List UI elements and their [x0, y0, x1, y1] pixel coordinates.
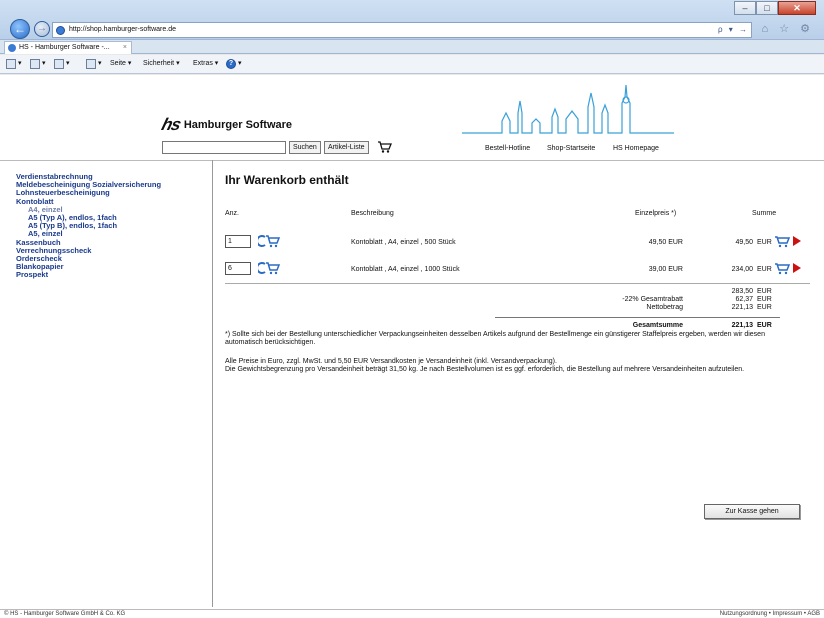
print-dropdown-icon[interactable]: ▾: [98, 59, 102, 67]
items-divider: [225, 283, 810, 284]
row-1-description: Kontoblatt , A4, einzel , 500 Stück: [351, 239, 456, 246]
logo-text: Hamburger Software: [183, 119, 293, 131]
web-page: hs Hamburger Software Suchen Artikel-Lis…: [0, 75, 824, 609]
pricing-note: *) Sollte sich bei der Bestellung unters…: [225, 331, 765, 346]
logo-mark: hs: [159, 115, 183, 134]
maximize-button[interactable]: □: [756, 1, 778, 15]
page-menu[interactable]: Seite ▾: [110, 59, 131, 67]
feeds-icon[interactable]: [30, 59, 40, 69]
cart-icon[interactable]: [377, 141, 392, 153]
home-dropdown-icon[interactable]: ▾: [18, 59, 22, 67]
link-bestell-hotline[interactable]: Bestell-Hotline: [485, 145, 530, 152]
grand-total-label: Gesamtsumme: [632, 322, 683, 329]
grand-total-value: 221,13: [731, 322, 753, 329]
discount-value: 62,37: [735, 296, 753, 303]
browser-titlebar: – □ ✕ ← → http://shop.hamburger-software…: [0, 0, 824, 40]
discount-currency: EUR: [757, 296, 772, 303]
search-button[interactable]: Suchen: [289, 141, 321, 154]
hamburg-skyline-icon: [462, 84, 674, 134]
close-window-button[interactable]: ✕: [778, 1, 816, 15]
checkout-button[interactable]: Zur Kasse gehen: [704, 504, 800, 519]
sidebar-divider: [212, 160, 213, 607]
mail-icon[interactable]: [54, 59, 64, 69]
net-value: 221,13: [731, 304, 753, 311]
net-label: Nettobetrag: [646, 304, 683, 311]
minimize-button[interactable]: –: [734, 1, 756, 15]
category-sidebar: Verdienstabrechnung Meldebescheinigung So…: [16, 172, 211, 280]
link-hs-homepage[interactable]: HS Homepage: [613, 145, 659, 152]
row-2-currency: EUR: [757, 266, 772, 273]
site-favicon-icon: [56, 26, 65, 35]
help-icon[interactable]: ?: [226, 59, 236, 69]
tab-close-icon[interactable]: ×: [123, 42, 127, 54]
col-total-header: Summe: [752, 210, 777, 217]
header-divider: [0, 160, 824, 161]
subtotal-currency: EUR: [757, 288, 772, 295]
print-icon[interactable]: [86, 59, 96, 69]
home-favorites-settings-icons[interactable]: ⌂ ☆ ⚙: [762, 22, 814, 35]
tab-favicon-icon: [8, 44, 16, 52]
sidebar-item[interactable]: Prospekt: [16, 271, 211, 279]
mail-dropdown-icon[interactable]: ▾: [66, 59, 70, 67]
cart-title: Ihr Warenkorb enthält: [225, 173, 349, 187]
command-bar: ▾ ▾ ▾ ▾ Seite ▾ Sicherheit ▾ Extras ▾ ? …: [0, 55, 824, 74]
col-description-header: Beschreibung: [351, 210, 394, 217]
search-input[interactable]: [162, 141, 286, 154]
browser-tab[interactable]: HS - Hamburger Software -... ×: [4, 41, 132, 54]
qty-input-row-1[interactable]: 1: [225, 235, 251, 248]
remove-item-icon[interactable]: [774, 262, 802, 275]
extras-menu[interactable]: Extras ▾: [193, 59, 218, 67]
link-shop-startseite[interactable]: Shop-Startseite: [547, 145, 595, 152]
help-dropdown-icon[interactable]: ▾: [238, 59, 242, 67]
cart-main: Ihr Warenkorb enthält Anz. Beschreibung …: [225, 173, 810, 519]
qty-input-row-2[interactable]: 6: [225, 262, 251, 275]
col-unit-price-header: Einzelpreis *): [635, 210, 677, 217]
update-cart-icon[interactable]: [258, 261, 280, 275]
col-qty-header: Anz.: [225, 210, 240, 217]
back-button[interactable]: ←: [10, 19, 30, 39]
row-1-unit-price: 49,50 EUR: [648, 239, 683, 246]
tab-title: HS - Hamburger Software -...: [19, 44, 110, 51]
home-icon[interactable]: [6, 59, 16, 69]
address-bar[interactable]: http://shop.hamburger-software.de ρ ▾ →: [52, 22, 752, 38]
remove-item-icon[interactable]: [774, 235, 802, 248]
subtotal-value: 283,50: [731, 288, 753, 295]
shipping-note: Alle Preise in Euro, zzgl. MwSt. und 5,5…: [225, 358, 557, 365]
site-header: hs Hamburger Software Suchen Artikel-Lis…: [0, 75, 824, 160]
site-logo[interactable]: hs Hamburger Software: [159, 115, 293, 135]
window-controls: – □ ✕: [734, 1, 816, 15]
summary-divider: [495, 317, 780, 318]
row-2-unit-price: 39,00 EUR: [648, 266, 683, 273]
row-1-total: 49,50: [735, 239, 753, 246]
page-footer: © HS - Hamburger Software GmbH & Co. KG …: [0, 609, 824, 618]
address-tools[interactable]: ρ ▾ →: [718, 23, 749, 37]
weight-note: Die Gewichtsbegrenzung pro Versandeinhei…: [225, 366, 745, 373]
address-url: http://shop.hamburger-software.de: [69, 26, 177, 33]
row-2-total: 234,00: [731, 266, 753, 273]
discount-label: -22% Gesamtrabatt: [622, 296, 683, 303]
net-currency: EUR: [757, 304, 772, 311]
row-1-currency: EUR: [757, 239, 772, 246]
feeds-dropdown-icon[interactable]: ▾: [42, 59, 46, 67]
footer-copyright: © HS - Hamburger Software GmbH & Co. KG: [4, 611, 126, 617]
forward-button[interactable]: →: [34, 21, 50, 37]
update-cart-icon[interactable]: [258, 234, 280, 248]
grand-total-currency: EUR: [757, 322, 772, 329]
article-list-button[interactable]: Artikel-Liste: [324, 141, 369, 154]
tab-row: HS - Hamburger Software -... ×: [0, 40, 824, 54]
security-menu[interactable]: Sicherheit ▾: [143, 59, 180, 67]
footer-links[interactable]: Nutzungsordnung • Impressum • AGB: [720, 610, 820, 618]
row-2-description: Kontoblatt , A4, einzel , 1000 Stück: [351, 266, 460, 273]
